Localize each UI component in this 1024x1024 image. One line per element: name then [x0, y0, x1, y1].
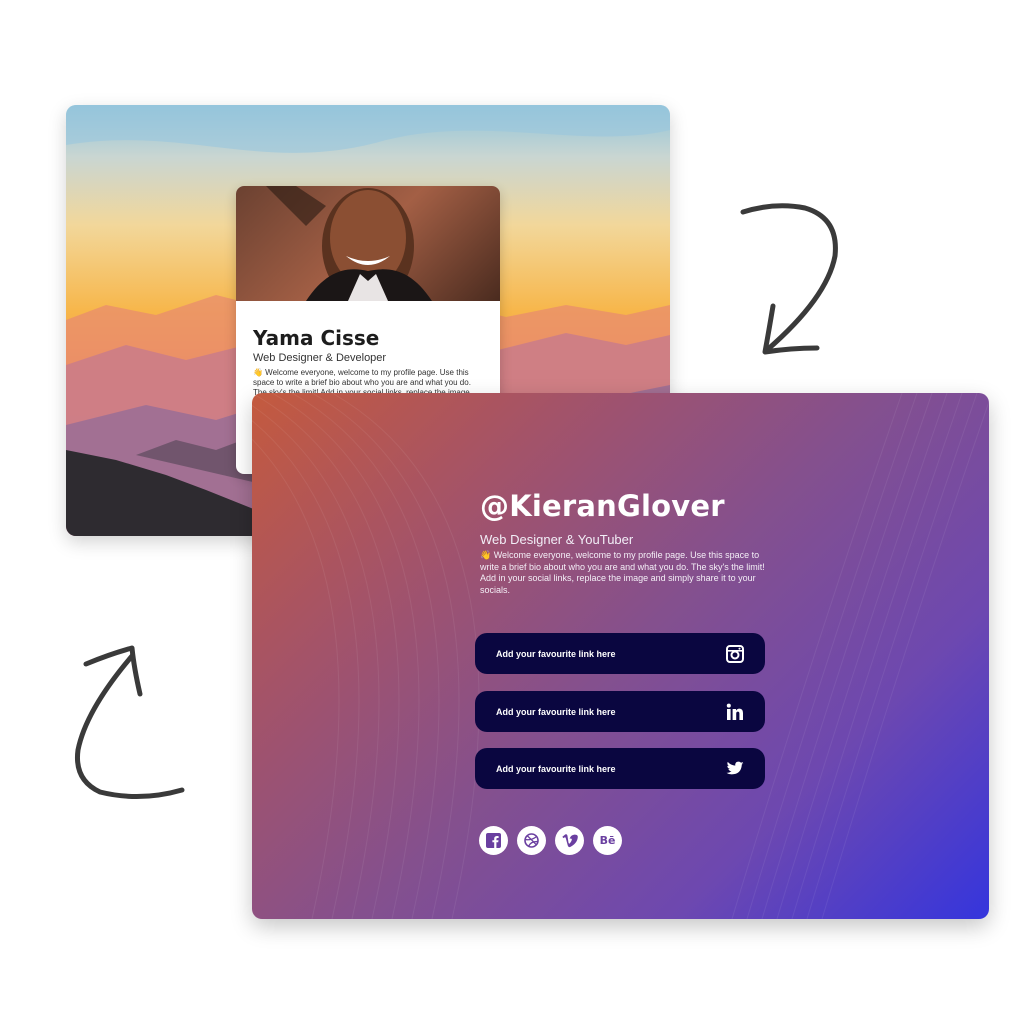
- vimeo-icon[interactable]: [555, 826, 584, 855]
- link-button-label: Add your favourite link here: [496, 706, 616, 717]
- link-button-label: Add your favourite link here: [496, 648, 616, 659]
- link-button-linkedin[interactable]: Add your favourite link here: [475, 691, 765, 732]
- link-button-instagram[interactable]: Add your favourite link here: [475, 633, 765, 674]
- linkedin-icon: [725, 702, 745, 722]
- profile-role: Web Designer & YouTuber: [480, 532, 634, 547]
- link-in-bio-page: @KieranGlover Web Designer & YouTuber 👋 …: [252, 393, 989, 919]
- behance-icon[interactable]: Bē: [593, 826, 622, 855]
- link-button-label: Add your favourite link here: [496, 763, 616, 774]
- dribbble-icon[interactable]: [517, 826, 546, 855]
- profile-role: Web Designer & Developer: [253, 352, 387, 364]
- profile-handle: @KieranGlover: [480, 489, 725, 523]
- curved-arrow-up-icon: [74, 645, 185, 799]
- profile-bio: 👋 Welcome everyone, welcome to my profil…: [480, 550, 765, 595]
- instagram-icon: [725, 644, 745, 664]
- social-icons-row: Bē: [479, 826, 622, 855]
- twitter-icon: [725, 759, 745, 779]
- link-button-twitter[interactable]: Add your favourite link here: [475, 748, 765, 789]
- curved-arrow-down-icon: [740, 203, 838, 355]
- facebook-icon[interactable]: [479, 826, 508, 855]
- profile-name: Yama Cisse: [253, 326, 380, 350]
- profile-photo: [236, 186, 500, 304]
